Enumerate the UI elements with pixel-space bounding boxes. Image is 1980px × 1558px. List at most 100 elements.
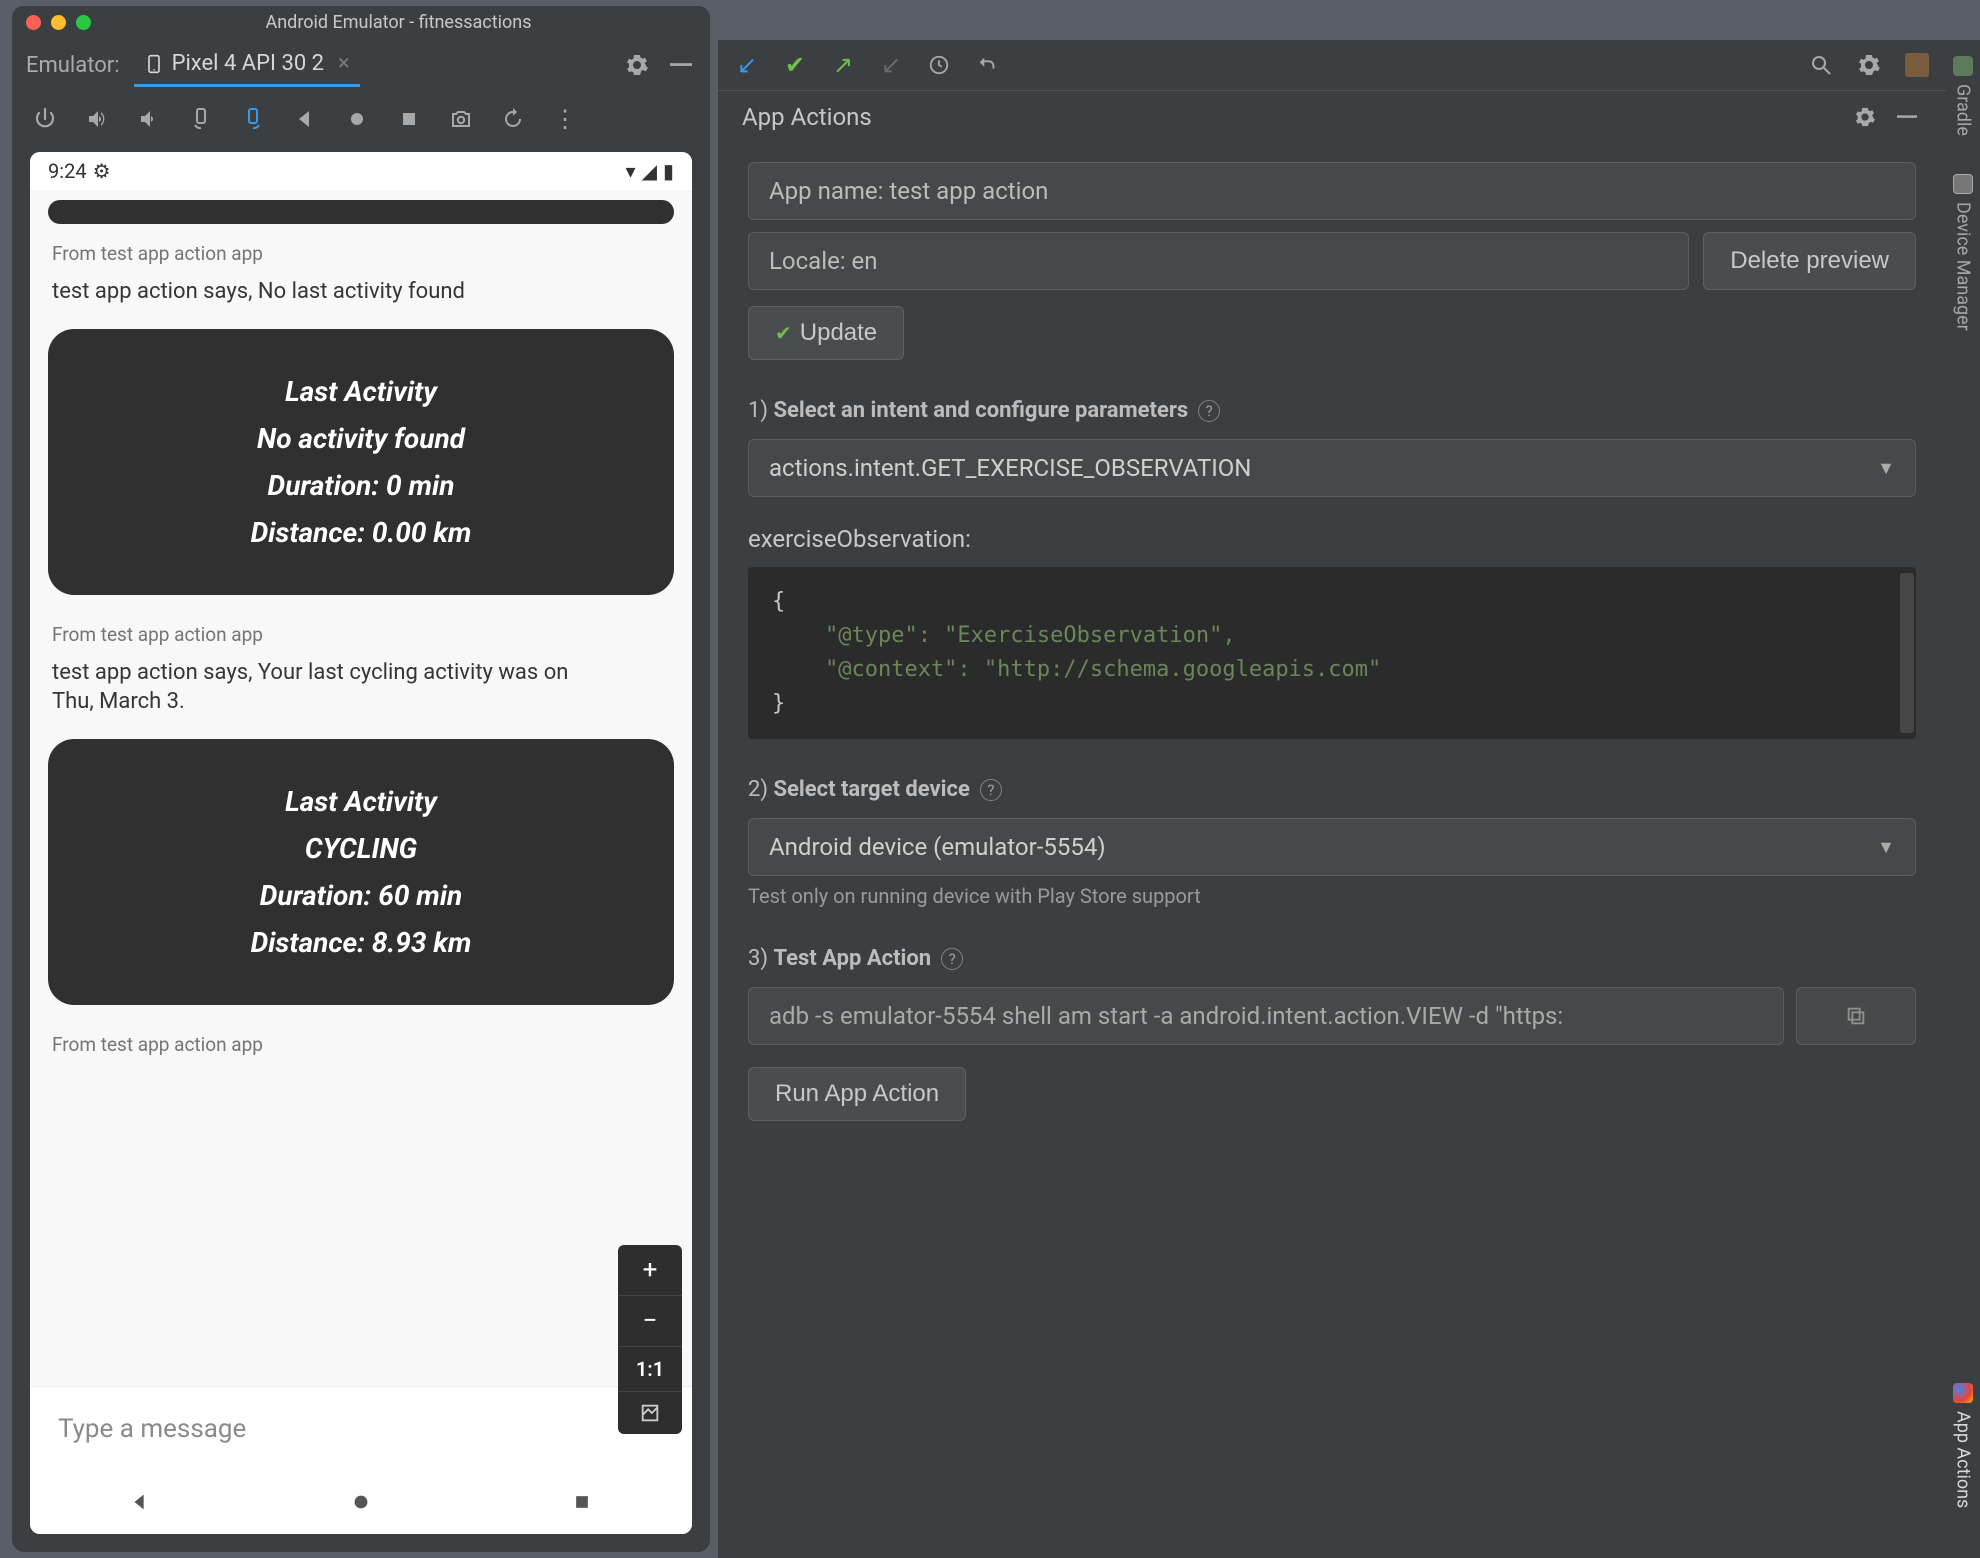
nav-bar bbox=[30, 1470, 692, 1534]
wifi-icon: ▾ bbox=[626, 159, 636, 183]
zoom-1to1-button[interactable]: 1:1 bbox=[618, 1347, 682, 1392]
nav-back-icon[interactable] bbox=[85, 1478, 195, 1526]
from-label-1: From test app action app bbox=[52, 242, 670, 265]
signal-icon: ◢ bbox=[642, 159, 657, 183]
json-editor[interactable]: { "@type": "ExerciseObservation", "@cont… bbox=[748, 567, 1916, 739]
traffic-lights bbox=[26, 15, 91, 30]
zoom-fit-button[interactable] bbox=[618, 1392, 682, 1434]
close-tab-icon[interactable]: × bbox=[338, 51, 350, 76]
arrow-in-icon[interactable]: ↙ bbox=[732, 50, 762, 80]
phone-wrap: 9:24 ⚙ ▾ ◢ ▮ From test app action app te… bbox=[12, 146, 710, 1552]
card2-title: Last Activity bbox=[78, 785, 644, 818]
zoom-out-button[interactable]: − bbox=[618, 1296, 682, 1347]
help-icon[interactable]: ? bbox=[1198, 400, 1220, 422]
nav-home-icon[interactable] bbox=[306, 1478, 416, 1526]
assistant-response-1: test app action says, No last activity f… bbox=[52, 277, 584, 307]
assistant-icon bbox=[1953, 1383, 1973, 1403]
zoom-in-button[interactable]: + bbox=[618, 1245, 682, 1296]
ide-side-tabs: Gradle Device Manager App Actions bbox=[1946, 40, 1980, 1558]
panel-title: App Actions bbox=[742, 103, 872, 131]
history-icon[interactable] bbox=[498, 104, 528, 134]
window-title: Android Emulator - fitnessactions bbox=[101, 12, 696, 33]
check-icon[interactable]: ✔ bbox=[780, 50, 810, 80]
card2-distance: Distance: 8.93 km bbox=[78, 926, 644, 959]
copy-button[interactable] bbox=[1796, 987, 1916, 1045]
assistant-input-placeholder: Type a message bbox=[58, 1414, 246, 1444]
gradle-icon bbox=[1953, 56, 1973, 76]
avatar-icon[interactable] bbox=[1902, 50, 1932, 80]
maximize-dot[interactable] bbox=[76, 15, 91, 30]
phone-screen[interactable]: 9:24 ⚙ ▾ ◢ ▮ From test app action app te… bbox=[30, 152, 692, 1534]
search-icon[interactable] bbox=[1806, 50, 1836, 80]
more-icon[interactable]: ⋮ bbox=[550, 104, 580, 134]
app-name-field[interactable]: App name: test app action bbox=[748, 162, 1916, 220]
record-icon[interactable] bbox=[342, 104, 372, 134]
card1-sub: No activity found bbox=[78, 422, 644, 455]
from-label-2: From test app action app bbox=[52, 623, 670, 646]
battery-icon: ▮ bbox=[663, 159, 674, 183]
card1-distance: Distance: 0.00 km bbox=[78, 516, 644, 549]
rotate-left-icon[interactable] bbox=[186, 104, 216, 134]
ide-main: ↙ ✔ ↗ ↙ App Actions App name: test app a… bbox=[718, 40, 1946, 1558]
device-select-value: Android device (emulator-5554) bbox=[769, 833, 1106, 861]
adb-command-field[interactable]: adb -s emulator-5554 shell am start -a a… bbox=[748, 987, 1784, 1045]
mac-titlebar: Android Emulator - fitnessactions bbox=[12, 6, 710, 38]
side-tab-device-mgr[interactable]: Device Manager bbox=[1953, 166, 1974, 339]
activity-card-2: Last Activity CYCLING Duration: 60 min D… bbox=[48, 739, 674, 1005]
stop-icon[interactable] bbox=[394, 104, 424, 134]
zoom-controls: + − 1:1 bbox=[618, 1245, 682, 1434]
status-gear-icon: ⚙ bbox=[93, 159, 111, 183]
activity-card-1: Last Activity No activity found Duration… bbox=[48, 329, 674, 595]
app-actions-header: App Actions bbox=[718, 90, 1946, 142]
chevron-down-icon: ▼ bbox=[1877, 837, 1895, 858]
chevron-down-icon: ▼ bbox=[1877, 458, 1895, 479]
minimize-icon[interactable] bbox=[666, 50, 696, 80]
emulator-window: Android Emulator - fitnessactions Emulat… bbox=[12, 6, 710, 1552]
device-select[interactable]: Android device (emulator-5554) ▼ bbox=[748, 818, 1916, 876]
assistant-body: From test app action app test app action… bbox=[30, 190, 692, 1386]
card2-sub: CYCLING bbox=[78, 832, 644, 865]
arrow-disabled-icon: ↙ bbox=[876, 50, 906, 80]
volume-up-icon[interactable] bbox=[82, 104, 112, 134]
device-hint: Test only on running device with Play St… bbox=[748, 884, 1916, 908]
from-label-3: From test app action app bbox=[52, 1033, 670, 1056]
status-bar: 9:24 ⚙ ▾ ◢ ▮ bbox=[30, 152, 692, 190]
close-dot[interactable] bbox=[26, 15, 41, 30]
assistant-input[interactable]: Type a message bbox=[30, 1386, 692, 1470]
camera-icon[interactable] bbox=[446, 104, 476, 134]
settings-icon[interactable] bbox=[1854, 50, 1884, 80]
step-2-label: 2) Select target device ? bbox=[748, 777, 1916, 802]
arrow-out-icon[interactable]: ↗ bbox=[828, 50, 858, 80]
clock-icon[interactable] bbox=[924, 50, 954, 80]
card1-duration: Duration: 0 min bbox=[78, 469, 644, 502]
help-icon[interactable]: ? bbox=[941, 948, 963, 970]
help-icon[interactable]: ? bbox=[980, 779, 1002, 801]
back-icon[interactable] bbox=[290, 104, 320, 134]
undo-icon[interactable] bbox=[972, 50, 1002, 80]
emulator-tab[interactable]: Pixel 4 API 30 2 × bbox=[134, 43, 360, 87]
card1-title: Last Activity bbox=[78, 375, 644, 408]
emulator-toolbar: ⋮ bbox=[12, 92, 710, 146]
side-tab-app-actions[interactable]: App Actions bbox=[1953, 1375, 1974, 1516]
ide-panel: ↙ ✔ ↗ ↙ App Actions App name: test app a… bbox=[718, 40, 1980, 1558]
emulator-tabs: Emulator: Pixel 4 API 30 2 × bbox=[12, 38, 710, 92]
scrollbar[interactable] bbox=[1900, 573, 1914, 733]
collapsed-card bbox=[48, 200, 674, 224]
nav-recent-icon[interactable] bbox=[527, 1478, 637, 1526]
step-3-label: 3) Test App Action ? bbox=[748, 946, 1916, 971]
intent-select[interactable]: actions.intent.GET_EXERCISE_OBSERVATION … bbox=[748, 439, 1916, 497]
minimize-dot[interactable] bbox=[51, 15, 66, 30]
emulator-label: Emulator: bbox=[26, 53, 120, 78]
volume-down-icon[interactable] bbox=[134, 104, 164, 134]
panel-gear-icon[interactable] bbox=[1850, 102, 1880, 132]
side-tab-gradle[interactable]: Gradle bbox=[1953, 48, 1974, 144]
locale-field[interactable]: Locale: en bbox=[748, 232, 1689, 290]
delete-preview-button[interactable]: Delete preview bbox=[1703, 232, 1916, 290]
rotate-right-icon[interactable] bbox=[238, 104, 268, 134]
gear-icon[interactable] bbox=[622, 50, 652, 80]
status-time: 9:24 bbox=[48, 159, 87, 183]
run-app-action-button[interactable]: Run App Action bbox=[748, 1067, 966, 1121]
panel-minimize-icon[interactable] bbox=[1892, 102, 1922, 132]
power-icon[interactable] bbox=[30, 104, 60, 134]
update-button[interactable]: Update bbox=[748, 306, 904, 360]
